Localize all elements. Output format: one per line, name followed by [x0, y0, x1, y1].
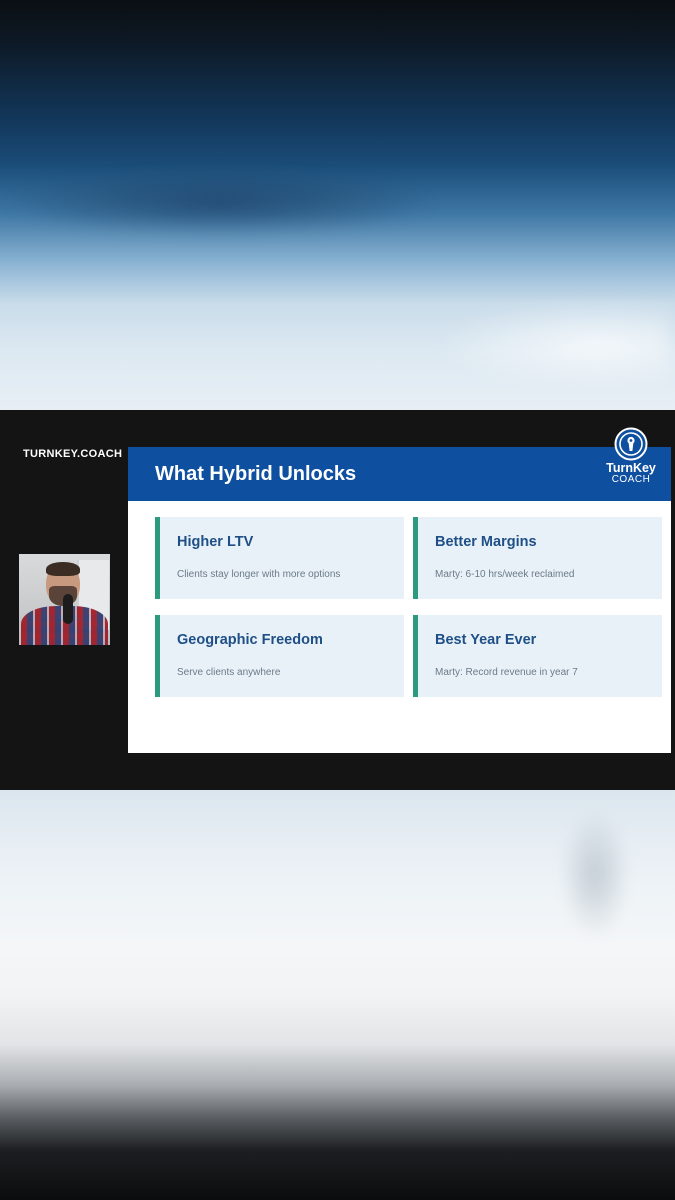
presenter-webcam — [19, 554, 110, 645]
presenter-hair — [46, 562, 80, 576]
benefit-card: Best Year Ever Marty: Record revenue in … — [413, 615, 662, 697]
site-label: TURNKEY.COACH — [23, 448, 123, 460]
benefit-card-title: Best Year Ever — [435, 632, 537, 648]
benefit-card-title: Higher LTV — [177, 534, 254, 550]
blurred-light-shape — [430, 300, 670, 390]
video-frame: TURNKEY.COACH What Hybrid Unlocks TurnKe… — [0, 0, 675, 1200]
benefit-card-title: Better Margins — [435, 534, 537, 550]
slide-header: What Hybrid Unlocks — [128, 447, 671, 501]
blurred-background-top — [0, 0, 675, 410]
benefit-card-description: Marty: 6-10 hrs/week reclaimed — [435, 569, 575, 580]
slide: What Hybrid Unlocks TurnKey COACH Higher… — [128, 427, 671, 753]
turnkey-logo: TurnKey COACH — [600, 427, 662, 485]
blurred-background-bottom — [0, 790, 675, 1200]
blurred-light-streak — [560, 810, 630, 940]
blurred-text-shape — [0, 168, 440, 238]
benefit-card-title: Geographic Freedom — [177, 632, 323, 648]
benefit-card-description: Serve clients anywhere — [177, 667, 281, 678]
benefit-card: Higher LTV Clients stay longer with more… — [155, 517, 404, 599]
microphone-icon — [63, 594, 73, 624]
keyhole-badge-icon — [614, 427, 648, 461]
logo-sub: COACH — [611, 474, 651, 485]
benefit-card-description: Clients stay longer with more options — [177, 569, 341, 580]
benefit-card: Better Margins Marty: 6-10 hrs/week recl… — [413, 517, 662, 599]
benefit-card-description: Marty: Record revenue in year 7 — [435, 667, 578, 678]
benefit-card: Geographic Freedom Serve clients anywher… — [155, 615, 404, 697]
slide-title: What Hybrid Unlocks — [155, 463, 357, 485]
